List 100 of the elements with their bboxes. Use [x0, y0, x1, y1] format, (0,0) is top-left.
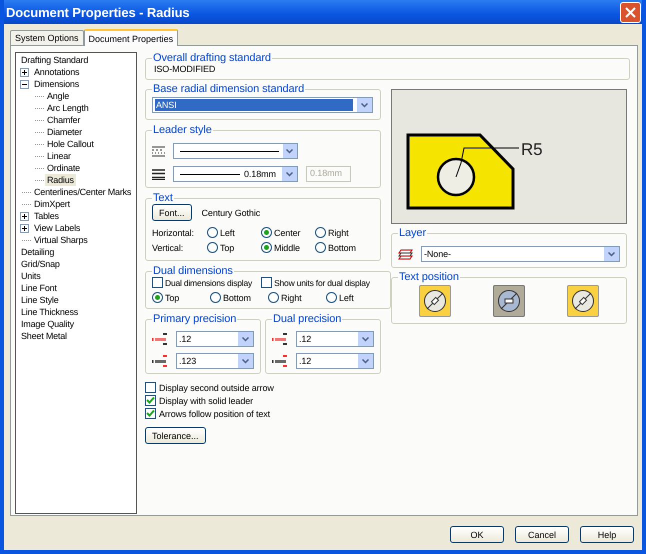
expand-icon[interactable] — [20, 212, 29, 220]
group-label: Overall drafting standard — [152, 52, 272, 64]
dialog-button[interactable]: Cancel — [515, 526, 569, 543]
line-style-icon — [152, 146, 165, 156]
tree-item[interactable]: Line Font — [19, 282, 59, 294]
radio-label: Bottom — [328, 242, 356, 252]
group-label: Leader style — [152, 124, 213, 136]
tree-item[interactable]: Centerlines/Center Marks — [32, 186, 134, 198]
radio-label: Left — [220, 228, 235, 238]
precision-dropdown[interactable]: .12 — [296, 331, 374, 347]
checkbox-label: Arrows follow position of text — [159, 408, 270, 418]
tree-item[interactable]: Hole Callout — [45, 138, 96, 150]
radio-button[interactable] — [326, 292, 337, 303]
precision-icon — [152, 332, 168, 346]
layers-icon — [398, 248, 413, 260]
tree-item[interactable]: Chamfer — [45, 114, 82, 126]
precision-dropdown[interactable]: .123 — [176, 353, 254, 369]
dialog-button[interactable]: Help — [580, 526, 634, 543]
group-label: Dual precision — [272, 313, 342, 325]
precision-icon — [152, 354, 168, 368]
window-title: Document Properties - Radius — [6, 4, 190, 20]
checkbox[interactable] — [145, 395, 156, 406]
tree-item[interactable]: Linear — [45, 150, 73, 162]
precision-dropdown[interactable]: .12 — [176, 331, 254, 347]
text-position-button[interactable] — [419, 285, 451, 317]
tolerance-button[interactable]: Tolerance... — [145, 427, 206, 444]
checkbox-label: Display with solid leader — [159, 396, 254, 406]
radio-label: Bottom — [223, 292, 251, 302]
line-style-dropdown[interactable] — [173, 143, 298, 159]
dimension-label: R5 — [521, 140, 543, 159]
checkbox-label: Show units for dual display — [274, 278, 370, 288]
radio-button[interactable] — [210, 292, 221, 303]
tree-item[interactable]: Image Quality — [19, 318, 76, 330]
tree-item[interactable]: Units — [19, 270, 43, 282]
radio-label: Right — [328, 228, 349, 238]
precision-icon — [272, 354, 288, 368]
group-label: Layer — [398, 227, 428, 239]
precision-dropdown[interactable]: .12 — [296, 353, 374, 369]
text-position-button[interactable] — [493, 285, 525, 317]
tree-item[interactable]: Grid/Snap — [19, 258, 62, 270]
tree-item[interactable]: Virtual Sharps — [32, 234, 90, 246]
radio-button[interactable] — [152, 292, 163, 303]
tree-item[interactable]: Ordinate — [45, 162, 82, 174]
radio-button[interactable] — [315, 242, 326, 253]
standard-value: ISO-MODIFIED — [153, 64, 216, 74]
collapse-icon[interactable] — [20, 80, 29, 88]
tree-item[interactable]: Annotations — [32, 66, 82, 78]
checkbox[interactable] — [145, 382, 156, 393]
tree-item[interactable]: DimXpert — [32, 198, 72, 210]
tree-item[interactable]: View Labels — [32, 222, 82, 234]
dialog-button[interactable]: OK — [450, 526, 504, 543]
radio-label: Top — [220, 242, 234, 252]
tree-item[interactable]: Angle — [45, 90, 72, 102]
tree-item[interactable]: Drafting Standard — [19, 54, 90, 66]
group-label: Base radial dimension standard — [152, 83, 306, 95]
text-position-button[interactable] — [567, 285, 599, 317]
close-icon — [625, 6, 636, 18]
radial-standard-dropdown[interactable]: ANSI — [152, 97, 373, 113]
radio-button[interactable] — [261, 227, 272, 238]
tree-item[interactable]: Radius — [45, 174, 76, 186]
checkbox[interactable] — [145, 408, 156, 419]
radio-label: Middle — [274, 242, 300, 252]
line-thickness-icon — [152, 168, 165, 180]
group-label: Text position — [398, 271, 460, 283]
checkbox[interactable] — [152, 277, 163, 288]
radio-button[interactable] — [261, 242, 272, 253]
group-label: Text — [152, 192, 174, 204]
alignment-label: Horizontal: — [152, 228, 195, 238]
tab[interactable]: Document Properties — [84, 29, 178, 46]
precision-icon — [272, 332, 288, 346]
tree-item[interactable]: Line Style — [19, 294, 61, 306]
checkbox-label: Dual dimensions display — [165, 278, 252, 288]
tab[interactable]: System Options — [10, 30, 84, 45]
tree-item[interactable]: Sheet Metal — [19, 330, 69, 342]
tree-item[interactable]: Line Thickness — [19, 306, 80, 318]
expand-icon[interactable] — [20, 68, 29, 76]
alignment-label: Vertical: — [152, 242, 184, 252]
tree-item[interactable]: Arc Length — [45, 102, 91, 114]
radio-button[interactable] — [268, 292, 279, 303]
font-name: Century Gothic — [202, 208, 260, 218]
expand-icon[interactable] — [20, 224, 29, 232]
radio-label: Left — [339, 292, 354, 302]
radio-button[interactable] — [207, 242, 218, 253]
radio-button[interactable] — [315, 227, 326, 238]
tree-item[interactable]: Dimensions — [32, 78, 82, 90]
radio-button[interactable] — [207, 227, 218, 238]
checkbox-label: Display second outside arrow — [159, 382, 274, 392]
layer-dropdown[interactable]: -None- — [421, 246, 620, 262]
group-label: Dual dimensions — [152, 265, 234, 277]
close-button[interactable] — [620, 2, 641, 22]
radio-label: Top — [165, 292, 180, 302]
radio-label: Center — [274, 228, 300, 238]
thickness-dropdown[interactable]: 0.18mm — [173, 166, 298, 182]
font-button[interactable]: Font... — [152, 204, 192, 221]
radio-label: Right — [281, 292, 302, 302]
tree-item[interactable]: Tables — [32, 210, 61, 222]
group-label: Primary precision — [152, 313, 238, 325]
tree-item[interactable]: Detailing — [19, 246, 56, 258]
checkbox[interactable] — [261, 277, 272, 288]
tree-item[interactable]: Diameter — [45, 126, 84, 138]
